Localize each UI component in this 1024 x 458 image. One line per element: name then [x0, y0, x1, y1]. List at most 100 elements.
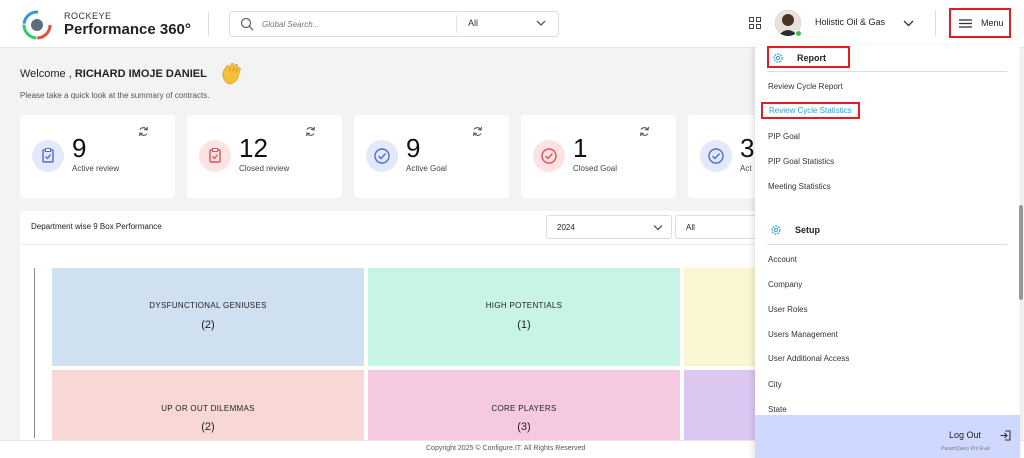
copyright-text: Copyright 2025 © Configure.IT. All Right… — [426, 445, 586, 452]
hamburger-icon — [959, 19, 972, 28]
card-label: Active review — [72, 164, 120, 173]
search-icon — [240, 17, 254, 31]
menu-item-account[interactable]: Account — [768, 255, 797, 264]
cell-count: (2) — [201, 319, 215, 331]
welcome-prefix: Welcome , — [20, 68, 72, 80]
cell-count: (3) — [517, 421, 531, 433]
card-label: Closed review — [239, 164, 290, 173]
cell-label: CORE PLAYERS — [491, 404, 557, 413]
gear-icon — [773, 53, 783, 63]
refresh-icon[interactable] — [305, 126, 316, 137]
welcome-heading: Welcome , RICHARD IMOJE DANIEL — [20, 68, 207, 80]
menu-item-user-additional-access[interactable]: User Additional Access — [768, 354, 849, 363]
card-icon-wrap — [32, 140, 64, 172]
card-icon-wrap — [533, 140, 565, 172]
gear-icon — [771, 225, 781, 235]
chevron-down-icon[interactable] — [903, 19, 914, 27]
apps-grid-icon[interactable] — [749, 17, 761, 29]
stat-card[interactable]: 9 Active Goal — [354, 115, 509, 198]
card-icon-wrap — [700, 140, 732, 172]
report-divider — [767, 71, 1007, 72]
report-section-header[interactable]: Report — [767, 46, 850, 68]
menu-item-review-cycle-report[interactable]: Review Cycle Report — [768, 82, 843, 91]
global-search[interactable]: All — [229, 11, 559, 37]
nine-box-cell[interactable]: CORE PLAYERS (3) — [368, 370, 680, 441]
menu-button[interactable]: Menu — [949, 8, 1011, 38]
menu-item-pip-goal[interactable]: PIP Goal — [768, 132, 800, 141]
cell-label: HIGH POTENTIALS — [485, 301, 563, 310]
online-status-dot — [795, 30, 802, 37]
nine-box-panel: Department wise 9 Box Performance 2024 A… — [20, 211, 760, 441]
user-name: RICHARD IMOJE DANIEL — [74, 68, 207, 80]
menu-item-city[interactable]: City — [768, 380, 782, 389]
filter-select[interactable]: All — [675, 215, 760, 239]
grid-axis — [34, 268, 35, 438]
check-circle-icon — [541, 148, 557, 164]
menu-item-meeting-statistics[interactable]: Meeting Statistics — [768, 182, 831, 191]
brand-main: Performance 360° — [64, 21, 191, 38]
card-label: Act — [740, 164, 752, 173]
scrollbar[interactable] — [1019, 205, 1023, 300]
clipboard-check-icon — [42, 148, 54, 163]
card-value: 1 — [573, 133, 588, 163]
header-divider — [208, 12, 209, 36]
logout-bar: Log Out ParamQuery Pro Eval — [755, 415, 1020, 458]
year-value: 2024 — [557, 223, 575, 232]
refresh-icon[interactable] — [472, 126, 483, 137]
chevron-down-icon[interactable] — [536, 19, 546, 27]
card-icon-wrap — [199, 140, 231, 172]
card-value: 9 — [72, 133, 87, 163]
welcome-subtitle: Please take a quick look at the summary … — [20, 91, 210, 100]
card-value: 9 — [406, 133, 421, 163]
report-label: Report — [797, 53, 826, 63]
menu-item-pip-goal-statistics[interactable]: PIP Goal Statistics — [768, 157, 834, 166]
menu-item-company[interactable]: Company — [768, 280, 802, 289]
refresh-icon[interactable] — [138, 126, 149, 137]
filter-value: All — [686, 223, 695, 232]
brand-top: ROCKEYE — [64, 11, 112, 21]
card-label: Closed Goal — [573, 164, 618, 173]
card-label: Active Goal — [406, 164, 447, 173]
nine-box-cell[interactable] — [684, 370, 760, 441]
nine-box-cell[interactable]: DYSFUNCTIONAL GENIUSES (2) — [52, 268, 364, 366]
card-value: 12 — [239, 133, 268, 163]
setup-divider — [767, 244, 1007, 245]
cell-count: (2) — [201, 421, 215, 433]
nine-box-cell[interactable] — [684, 268, 760, 366]
search-separator — [456, 15, 457, 33]
stat-card[interactable]: 1 Closed Goal — [521, 115, 676, 198]
check-circle-icon — [374, 148, 390, 164]
search-category-select[interactable]: All — [468, 18, 478, 28]
setup-section-header[interactable]: Setup — [767, 220, 1007, 242]
menu-item-review-cycle-statistics[interactable]: Review Cycle Statistics — [761, 102, 860, 119]
clipboard-check-icon — [209, 148, 221, 163]
menu-divider — [935, 10, 936, 36]
nine-box-cell[interactable]: HIGH POTENTIALS (1) — [368, 268, 680, 366]
menu-item-users-management[interactable]: Users Management — [768, 330, 838, 339]
year-select[interactable]: 2024 — [546, 215, 672, 239]
refresh-icon[interactable] — [639, 126, 650, 137]
cell-label: DYSFUNCTIONAL GENIUSES — [149, 301, 267, 310]
menu-item-user-roles[interactable]: User Roles — [768, 305, 808, 314]
rockeye-logo-icon[interactable] — [22, 10, 52, 40]
stat-card[interactable]: 9 Active review — [20, 115, 175, 198]
chevron-down-icon — [653, 225, 663, 231]
cell-label: UP OR OUT DILEMMAS — [161, 404, 255, 413]
company-name[interactable]: Holistic Oil & Gas — [815, 17, 885, 27]
cell-count: (1) — [517, 319, 531, 331]
top-header: ROCKEYE Performance 360° All Holistic Oi… — [0, 0, 1024, 48]
menu-button-label: Menu — [981, 18, 1004, 28]
setup-label: Setup — [795, 225, 821, 235]
stat-card[interactable]: 12 Closed review — [187, 115, 342, 198]
watermark-text: ParamQuery Pro Eval — [941, 446, 990, 452]
card-value: 3 — [740, 133, 755, 163]
card-icon-wrap — [366, 140, 398, 172]
check-circle-icon — [708, 148, 724, 164]
menu-item-state[interactable]: State — [768, 405, 787, 414]
waving-hand-icon — [222, 62, 241, 85]
search-input[interactable] — [262, 16, 442, 32]
menu-dropdown: Report Review Cycle Report Review Cycle S… — [755, 45, 1020, 458]
logout-button[interactable]: Log Out — [949, 430, 981, 440]
nine-box-cell[interactable]: UP OR OUT DILEMMAS (2) — [52, 370, 364, 441]
logout-icon[interactable] — [1000, 430, 1011, 441]
